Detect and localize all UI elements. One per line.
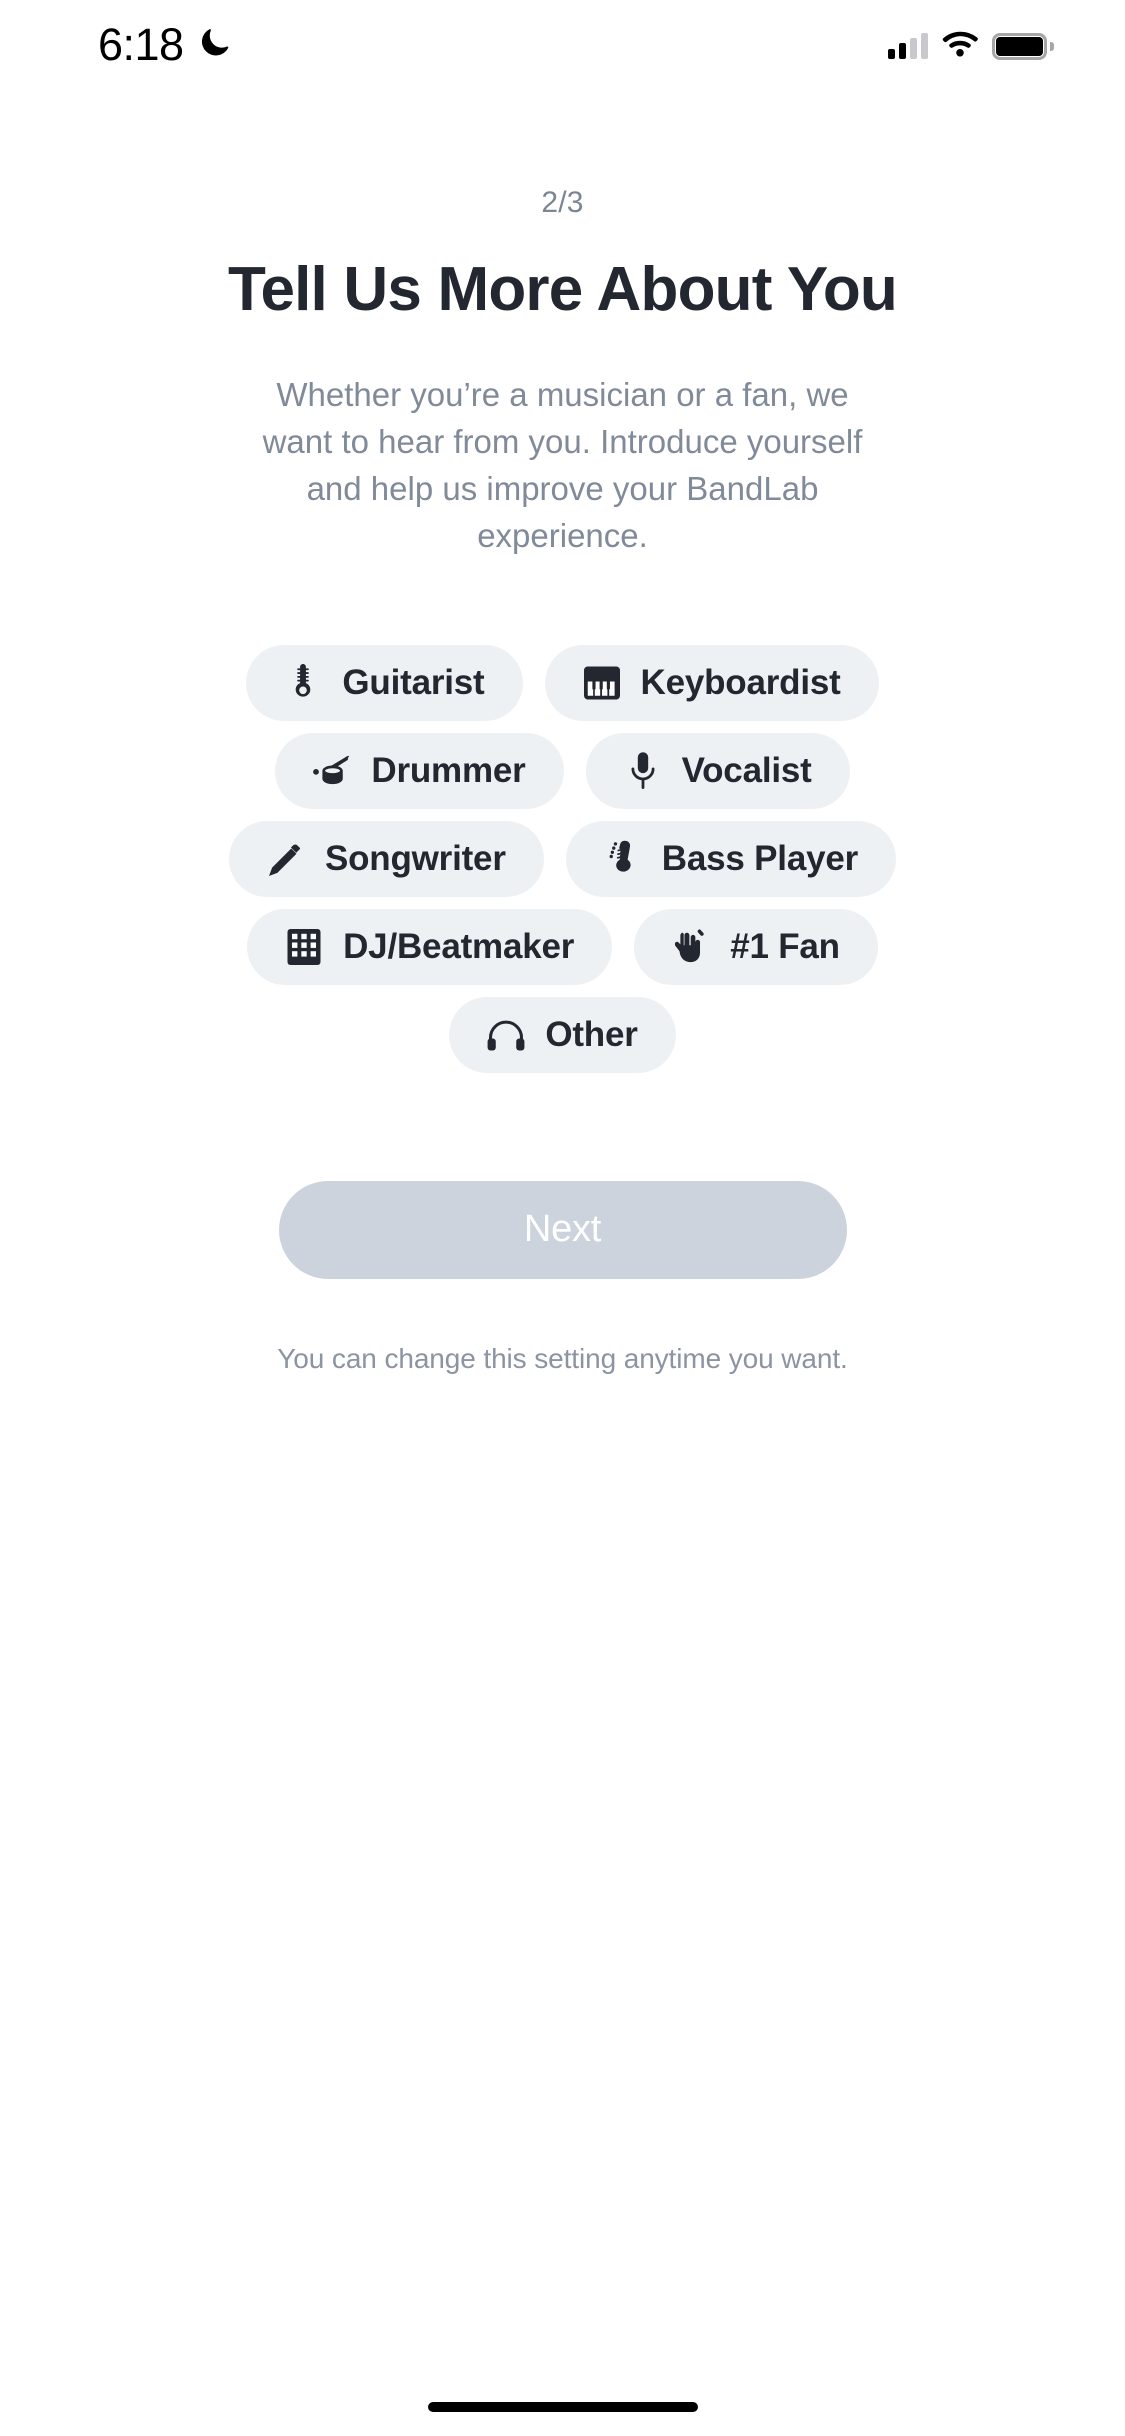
status-bar-right [888, 30, 1054, 62]
page-title: Tell Us More About You [227, 255, 898, 324]
role-chip-group: Guitarist Keyboardist Drummer Vocalist S… [40, 644, 1085, 1073]
drum-pad-grid-icon [285, 928, 323, 966]
guitar-headstock-icon [284, 663, 322, 702]
chip-row: Songwriter Bass Player [228, 820, 897, 897]
headphones-icon [487, 1016, 525, 1054]
step-indicator: 2/3 [541, 186, 584, 219]
cellular-signal-icon [888, 33, 928, 59]
chip-label: Drummer [371, 751, 526, 791]
chip-row: Drummer Vocalist [275, 732, 850, 809]
chip-label: Keyboardist [640, 663, 841, 703]
status-bar-clock: 6:18 [98, 19, 184, 70]
chip-other[interactable]: Other [449, 996, 676, 1073]
chip-vocalist[interactable]: Vocalist [585, 732, 850, 809]
chip-row: DJ/Beatmaker #1 Fan [247, 908, 878, 985]
chip-label: Bass Player [661, 839, 859, 879]
battery-icon [992, 32, 1054, 60]
onboarding-screen: 2/3 Tell Us More About You Whether you’r… [0, 186, 1125, 1375]
status-bar-left: 6:18 [98, 22, 232, 67]
status-bar: 6:18 [0, 0, 1125, 96]
chip-dj-beatmaker[interactable]: DJ/Beatmaker [247, 908, 613, 985]
chip-songwriter[interactable]: Songwriter [228, 820, 544, 897]
rock-hand-icon [672, 928, 710, 966]
chip-row: Guitarist Keyboardist [246, 644, 879, 721]
wifi-icon [942, 30, 978, 62]
home-indicator[interactable] [427, 2402, 698, 2412]
chip-label: Other [545, 1015, 638, 1055]
chip-guitarist[interactable]: Guitarist [246, 644, 523, 721]
chip-row: Other [449, 996, 676, 1073]
chip-label: Guitarist [342, 663, 485, 703]
moon-icon [198, 25, 232, 64]
next-button[interactable]: Next [278, 1180, 847, 1279]
microphone-icon [624, 751, 662, 790]
chip-drummer[interactable]: Drummer [275, 732, 564, 809]
chip-label: DJ/Beatmaker [343, 927, 575, 967]
bass-headstock-icon [604, 840, 642, 878]
pencil-icon [267, 840, 305, 878]
chip-label: Vocalist [681, 751, 812, 791]
chip-label: #1 Fan [730, 927, 840, 967]
settings-footnote: You can change this setting anytime you … [277, 1342, 848, 1374]
chip-keyboardist[interactable]: Keyboardist [544, 644, 879, 721]
chip-label: Songwriter [324, 839, 506, 879]
chip-1-fan[interactable]: #1 Fan [634, 908, 878, 985]
chip-bass-player[interactable]: Bass Player [565, 820, 897, 897]
page-subtitle: Whether you’re a musician or a fan, we w… [262, 376, 863, 554]
snare-drum-icon [313, 752, 351, 790]
piano-keys-icon [583, 664, 621, 702]
